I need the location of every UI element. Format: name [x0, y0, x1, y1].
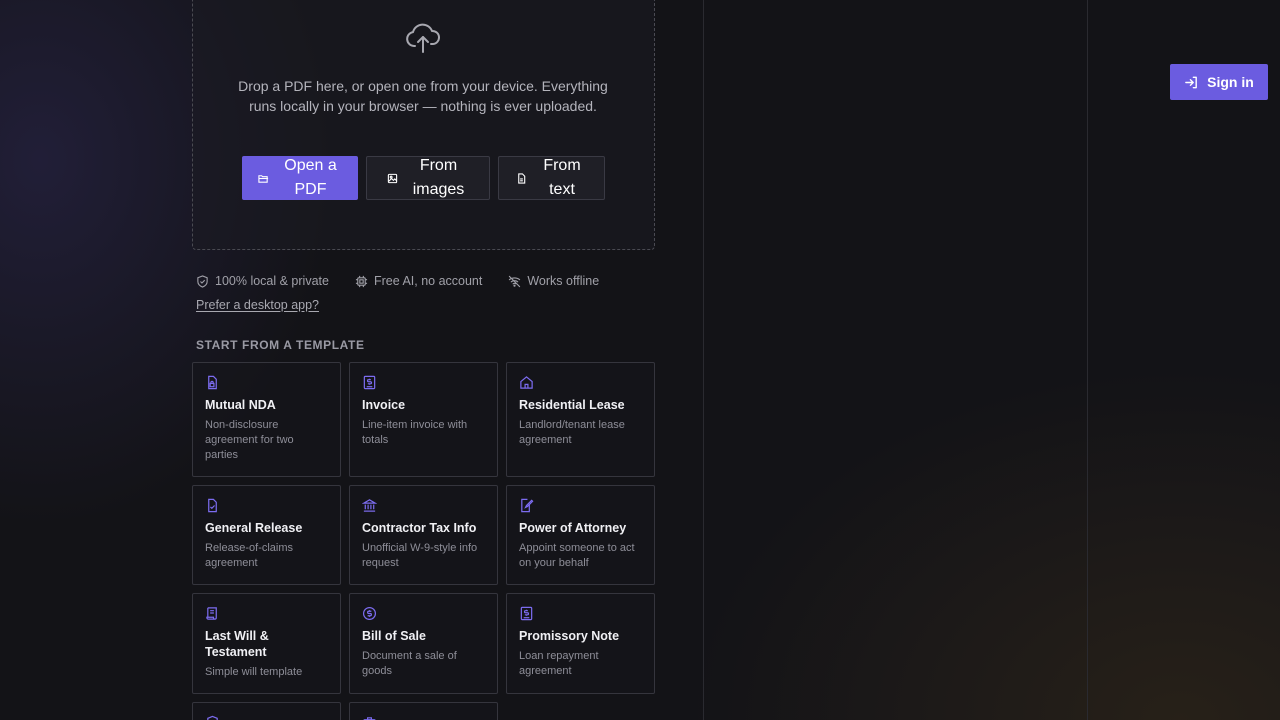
template-card-mutual-nda[interactable]: Mutual NDA Non-disclosure agreement for … [192, 362, 341, 477]
panel-divider-left [703, 0, 704, 720]
sign-in-icon [1185, 76, 1198, 88]
shield-icon [207, 715, 218, 720]
feature-offline: Works offline [508, 274, 599, 288]
document-text-icon [518, 172, 526, 184]
chip-icon [355, 275, 368, 287]
template-description: Document a sale of goods [362, 650, 457, 677]
from-text-label: From text [543, 157, 581, 198]
document-check-icon [208, 498, 217, 513]
template-card-general-release[interactable]: General Release Release-of-claims agreem… [192, 485, 341, 585]
template-title: Contractor Tax Info [362, 521, 477, 535]
template-title: Power of Attorney [519, 521, 627, 535]
house-icon [520, 376, 533, 389]
template-description: Landlord/tenant lease agreement [519, 419, 625, 446]
folder-open-icon [257, 174, 268, 183]
document-pen-icon [521, 498, 534, 513]
sign-in-label: Sign in [1207, 74, 1254, 90]
cloud-upload-icon [406, 23, 440, 53]
template-title: Last Will & Testament [205, 629, 269, 659]
feature-free-ai: Free AI, no account [355, 274, 482, 288]
template-title: Invoice [362, 398, 406, 412]
template-card-bill-of-sale[interactable]: Bill of Sale Document a sale of goods [349, 593, 498, 694]
from-images-button[interactable]: From images [366, 156, 490, 200]
invoice-icon [363, 375, 376, 390]
dropzone-description: Drop a PDF here, or open one from your d… [238, 78, 608, 114]
shield-check-icon [197, 274, 208, 288]
image-icon [387, 173, 397, 183]
from-text-button[interactable]: From text [498, 156, 605, 200]
template-title: General Release [205, 521, 303, 535]
template-description: Unofficial W-9-style info request [362, 542, 478, 569]
receipt-icon [520, 606, 533, 621]
dollar-coin-icon [362, 606, 377, 621]
template-description: Loan repayment agreement [519, 650, 599, 677]
wifi-off-icon [509, 275, 521, 287]
template-card-promissory-note[interactable]: Promissory Note Loan repayment agreement [506, 593, 655, 694]
template-description: Appoint someone to act on your behalf [519, 542, 635, 569]
sign-in-button[interactable]: Sign in [1170, 64, 1268, 100]
feature-local-label: 100% local & private [215, 274, 329, 288]
template-title: Residential Lease [519, 398, 625, 412]
template-card-last-will[interactable]: Last Will & Testament Simple will templa… [192, 593, 341, 694]
template-title: Mutual NDA [205, 398, 276, 412]
template-title: Bill of Sale [362, 629, 426, 643]
template-card-power-of-attorney[interactable]: Power of Attorney Appoint someone to act… [506, 485, 655, 585]
template-title: Promissory Note [519, 629, 620, 643]
feature-local: 100% local & private [196, 274, 329, 288]
template-card-contractor-tax-info[interactable]: Contractor Tax Info Unofficial W-9-style… [349, 485, 498, 585]
template-card-partial[interactable] [349, 702, 498, 720]
template-description: Non-disclosure agreement for two parties [205, 419, 294, 461]
open-pdf-label: Open a PDF [284, 157, 337, 198]
feature-offline-label: Works offline [527, 274, 600, 288]
template-description: Simple will template [205, 666, 303, 678]
template-description: Line-item invoice with totals [362, 419, 468, 446]
briefcase-icon [363, 717, 376, 720]
feature-list: 100% local & private Free AI, no account… [196, 274, 599, 288]
bank-icon [362, 499, 377, 512]
template-card-partial[interactable] [192, 702, 341, 720]
template-description: Release-of-claims agreement [205, 542, 294, 569]
open-pdf-button[interactable]: Open a PDF [242, 156, 358, 200]
templates-heading: START FROM A TEMPLATE [196, 338, 365, 352]
feature-free-ai-label: Free AI, no account [373, 274, 483, 288]
panel-divider-right [1087, 0, 1088, 720]
template-card-invoice[interactable]: Invoice Line-item invoice with totals [349, 362, 498, 477]
template-card-residential-lease[interactable]: Residential Lease Landlord/tenant lease … [506, 362, 655, 477]
scroll-icon [206, 607, 217, 620]
document-lock-icon [208, 375, 217, 390]
desktop-app-link[interactable]: Prefer a desktop app? [196, 298, 319, 312]
from-images-label: From images [412, 157, 465, 198]
